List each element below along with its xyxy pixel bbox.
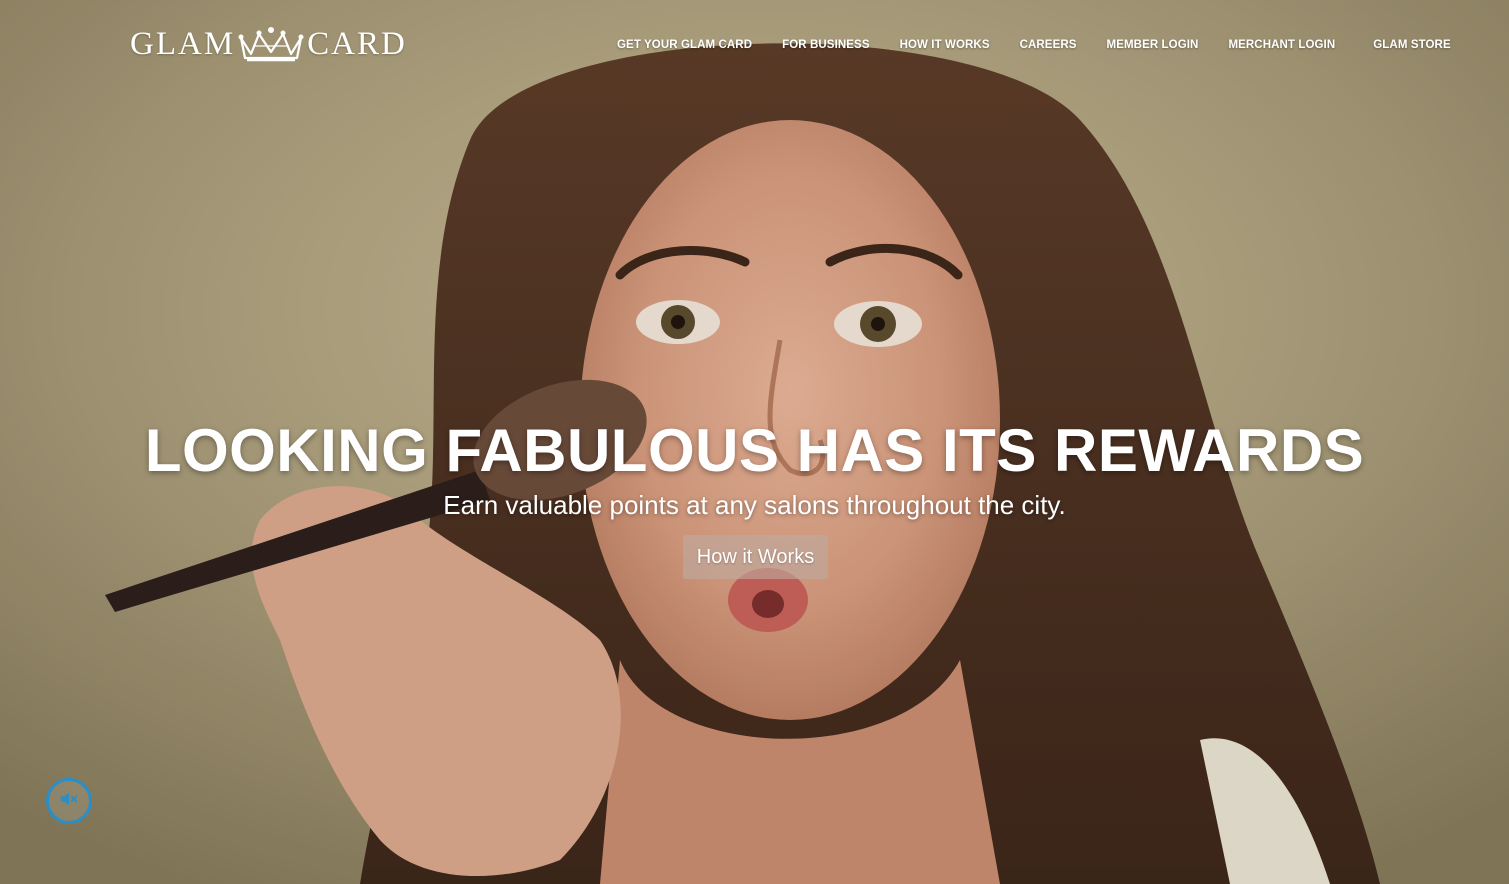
- nav-careers[interactable]: CAREERS: [1020, 39, 1077, 51]
- muted-speaker-icon: [58, 788, 80, 815]
- nav-get-your-glam-card[interactable]: GET YOUR GLAM CARD: [617, 39, 752, 51]
- hero-headline: LOOKING FABULOUS HAS ITS REWARDS: [144, 417, 1365, 484]
- nav-merchant-login[interactable]: MERCHANT LOGIN: [1228, 39, 1335, 51]
- logo-text-left: GLAM: [130, 25, 236, 62]
- nav-how-it-works[interactable]: HOW IT WORKS: [900, 39, 990, 51]
- nav-for-business[interactable]: FOR BUSINESS: [782, 39, 869, 51]
- nav-glam-store[interactable]: GLAM STORE: [1373, 39, 1450, 51]
- crown-icon: [237, 24, 305, 64]
- top-navigation-bar: GLAM CARD GET YOUR GLAM CARD FOR BUSINES…: [0, 0, 1509, 90]
- main-nav: GET YOUR GLAM CARD FOR BUSINESS HOW IT W…: [617, 37, 1451, 53]
- mute-toggle-button[interactable]: [46, 778, 92, 824]
- hero-section: GLAM CARD GET YOUR GLAM CARD FOR BUSINES…: [0, 0, 1509, 884]
- brand-logo[interactable]: GLAM CARD: [130, 22, 407, 66]
- hero-subheadline: Earn valuable points at any salons throu…: [443, 490, 1066, 520]
- how-it-works-button[interactable]: How it Works: [683, 535, 828, 579]
- nav-member-login[interactable]: MEMBER LOGIN: [1107, 39, 1199, 51]
- logo-text-right: CARD: [307, 25, 407, 62]
